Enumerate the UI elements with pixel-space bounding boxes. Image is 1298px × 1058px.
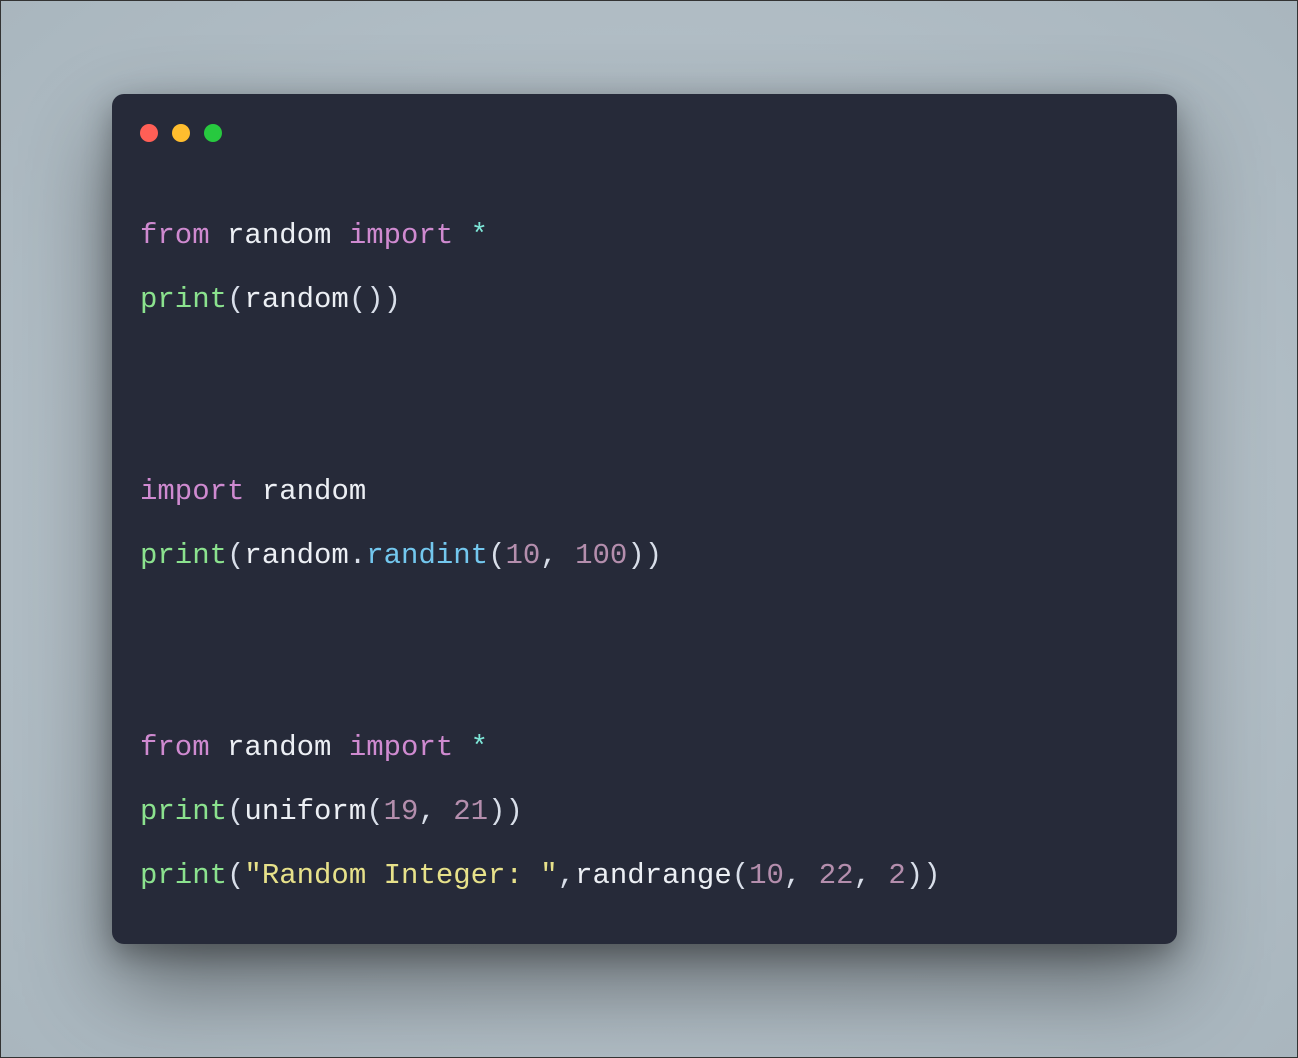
zoom-dot-icon [204,124,222,142]
code-token: ( [227,283,244,316]
code-token: * [471,219,488,252]
code-token: random [227,219,349,252]
code-block: from random import * print(random()) imp… [140,204,941,908]
code-token: * [471,731,488,764]
code-token: ( [227,859,244,892]
code-token: random [244,283,348,316]
code-token: random [227,731,349,764]
code-token: random [244,539,348,572]
code-token: from [140,731,227,764]
code-token: print [140,795,227,828]
code-token: import [349,731,471,764]
code-token: random [262,475,366,508]
minimize-dot-icon [172,124,190,142]
code-token: )) [627,539,662,572]
code-token: , [540,539,575,572]
code-window: from random import * print(random()) imp… [112,94,1177,944]
code-token: , [784,859,819,892]
code-token: ()) [349,283,401,316]
code-token: 100 [575,539,627,572]
code-token: 10 [505,539,540,572]
code-token: )) [906,859,941,892]
code-token: ( [488,539,505,572]
code-token: uniform [244,795,366,828]
close-dot-icon [140,124,158,142]
code-token: import [140,475,262,508]
code-token: )) [488,795,523,828]
code-token: "Random Integer: " [244,859,557,892]
code-token: print [140,283,227,316]
code-token: ( [732,859,749,892]
code-token: print [140,539,227,572]
code-token: ( [227,539,244,572]
window-traffic-lights [140,124,222,142]
code-token: ( [227,795,244,828]
code-token: 19 [384,795,419,828]
code-token: randint [366,539,488,572]
code-token: randrange [575,859,732,892]
code-token: , [418,795,453,828]
code-token: 10 [749,859,784,892]
code-token: ( [366,795,383,828]
code-token: 21 [453,795,488,828]
code-token: 22 [819,859,854,892]
code-token: print [140,859,227,892]
code-token: import [349,219,471,252]
code-token: , [854,859,889,892]
code-token: from [140,219,227,252]
code-token: , [558,859,575,892]
code-token: . [349,539,366,572]
code-token: 2 [888,859,905,892]
